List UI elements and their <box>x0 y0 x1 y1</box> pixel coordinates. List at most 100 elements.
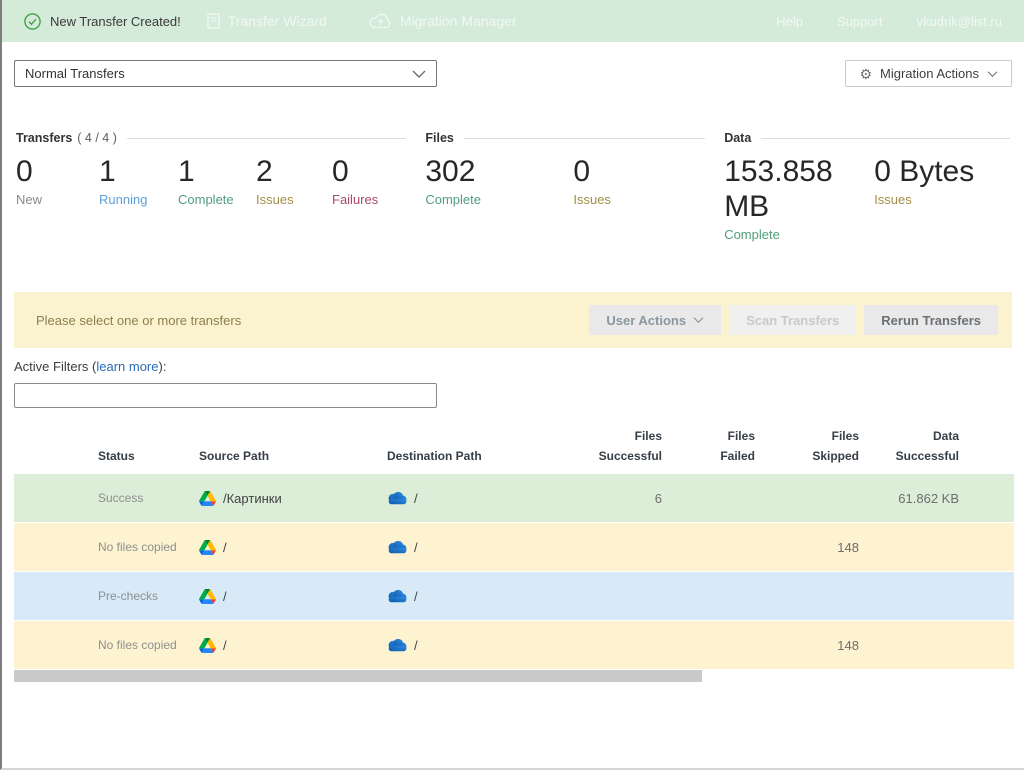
stat-files-complete-label: Complete <box>425 192 573 207</box>
col-header-data-successful: Data Successful <box>859 426 959 466</box>
onedrive-icon <box>387 491 407 505</box>
table-row[interactable]: Pre-checks / / <box>14 572 1014 620</box>
nav-account-email[interactable]: vkudrik@list.ru <box>917 14 1002 29</box>
stat-issues-label: Issues <box>256 192 332 207</box>
row-files-skipped: 148 <box>755 540 859 555</box>
stats-files-header: Files <box>425 131 705 145</box>
row-source-path: / <box>199 540 387 555</box>
rerun-transfers-button[interactable]: Rerun Transfers <box>864 305 998 335</box>
stats-transfers-count: ( 4 / 4 ) <box>77 131 117 145</box>
destination-path-text: / <box>414 540 418 555</box>
destination-path-text: / <box>414 638 418 653</box>
scan-transfers-label: Scan Transfers <box>746 313 839 328</box>
banner-actions: User Actions Scan Transfers Rerun Transf… <box>589 305 998 335</box>
migration-actions-button[interactable]: ⚙ Migration Actions <box>845 60 1012 87</box>
topbar-right-nav: Help Support vkudrik@list.ru <box>776 14 1002 29</box>
stat-files-issues-label: Issues <box>573 192 693 207</box>
stat-failures-label: Failures <box>332 192 402 207</box>
chevron-down-icon <box>412 70 426 78</box>
row-files-successful: 6 <box>562 491 662 506</box>
onedrive-icon <box>387 589 407 603</box>
table-row[interactable]: Success /Картинки / 6 61.862 KB <box>14 474 1014 522</box>
stat-issues-value: 2 <box>256 154 332 189</box>
col-header-destination-path: Destination Path <box>387 446 562 466</box>
transfer-type-select[interactable]: Normal Transfers <box>14 60 437 87</box>
divider <box>761 138 1010 139</box>
row-files-skipped: 148 <box>755 638 859 653</box>
chevron-down-icon <box>693 317 704 323</box>
row-destination-path: / <box>387 491 562 506</box>
transfers-table: Status Source Path Destination Path File… <box>14 420 1014 682</box>
google-drive-icon <box>199 589 216 604</box>
stat-data-issues: 0 Bytes Issues <box>874 154 1004 242</box>
stat-running: 1 Running <box>99 154 178 207</box>
stat-failures: 0 Failures <box>332 154 402 207</box>
row-status: No files copied <box>14 638 199 652</box>
divider <box>464 138 705 139</box>
stat-complete-value: 1 <box>178 154 256 189</box>
learn-more-link[interactable]: learn more <box>96 359 158 374</box>
stat-failures-value: 0 <box>332 154 402 189</box>
stat-issues: 2 Issues <box>256 154 332 207</box>
stats-data-header: Data <box>724 131 1010 145</box>
stats-files-items: 302 Complete 0 Issues <box>425 154 705 207</box>
row-destination-path: / <box>387 589 562 604</box>
source-path-text: / <box>223 638 227 653</box>
stats-transfers-header: Transfers ( 4 / 4 ) <box>16 131 406 145</box>
stat-files-complete-value: 302 <box>425 154 573 189</box>
stat-data-complete-value: 153.858 MB <box>724 154 849 224</box>
onedrive-icon <box>387 638 407 652</box>
toast-new-transfer: New Transfer Created! <box>24 13 181 30</box>
active-filters-input[interactable] <box>14 383 437 408</box>
nav-support[interactable]: Support <box>837 14 883 29</box>
onedrive-icon <box>387 540 407 554</box>
stat-complete: 1 Complete <box>178 154 256 207</box>
active-filters-prefix: Active Filters ( <box>14 359 96 374</box>
stats-data-title: Data <box>724 131 751 145</box>
table-row[interactable]: No files copied / / 148 <box>14 621 1014 669</box>
divider <box>127 138 406 139</box>
nav-transfer-wizard[interactable]: Transfer Wizard <box>207 13 327 29</box>
toast-text: New Transfer Created! <box>50 14 181 29</box>
horizontal-scrollbar-thumb[interactable] <box>14 670 702 682</box>
cloud-upload-icon <box>369 13 392 29</box>
col-header-files-successful: Files Successful <box>562 426 662 466</box>
topbar-nav: Transfer Wizard Migration Manager <box>207 13 517 29</box>
stat-running-value: 1 <box>99 154 178 189</box>
stats-summary: Transfers ( 4 / 4 ) 0 New 1 Running 1 Co… <box>16 131 1010 242</box>
user-actions-label: User Actions <box>606 313 686 328</box>
google-drive-icon <box>199 540 216 555</box>
user-actions-button[interactable]: User Actions <box>589 305 721 335</box>
nav-migration-manager-label: Migration Manager <box>400 13 517 29</box>
google-drive-icon <box>199 638 216 653</box>
wizard-icon <box>207 13 220 29</box>
source-path-text: /Картинки <box>223 491 282 506</box>
destination-path-text: / <box>414 589 418 604</box>
row-source-path: / <box>199 589 387 604</box>
scan-transfers-button[interactable]: Scan Transfers <box>729 305 856 335</box>
row-destination-path: / <box>387 638 562 653</box>
nav-transfer-wizard-label: Transfer Wizard <box>228 13 327 29</box>
stat-data-issues-value: 0 Bytes <box>874 154 1004 189</box>
row-data-successful: 61.862 KB <box>859 491 959 506</box>
topbar: New Transfer Created! Transfer Wizard Mi… <box>2 0 1024 42</box>
row-source-path: / <box>199 638 387 653</box>
active-filters-label: Active Filters (learn more): <box>14 359 1012 374</box>
nav-help[interactable]: Help <box>776 14 803 29</box>
active-filters-suffix: ): <box>158 359 166 374</box>
col-header-status: Status <box>14 446 199 466</box>
col-header-files-failed: Files Failed <box>662 426 755 466</box>
stats-files-title: Files <box>425 131 454 145</box>
stats-transfers-title: Transfers <box>16 131 72 145</box>
stats-section-transfers: Transfers ( 4 / 4 ) 0 New 1 Running 1 Co… <box>16 131 406 242</box>
table-row[interactable]: No files copied / / 148 <box>14 523 1014 571</box>
active-filters: Active Filters (learn more): <box>14 359 1012 408</box>
table-header: Status Source Path Destination Path File… <box>14 420 1014 474</box>
col-header-files-skipped: Files Skipped <box>755 426 859 466</box>
row-destination-path: / <box>387 540 562 555</box>
nav-migration-manager[interactable]: Migration Manager <box>369 13 517 29</box>
stat-files-complete: 302 Complete <box>425 154 573 207</box>
selection-banner: Please select one or more transfers User… <box>14 292 1012 348</box>
migration-actions-label: Migration Actions <box>880 66 979 81</box>
stat-new-label: New <box>16 192 99 207</box>
